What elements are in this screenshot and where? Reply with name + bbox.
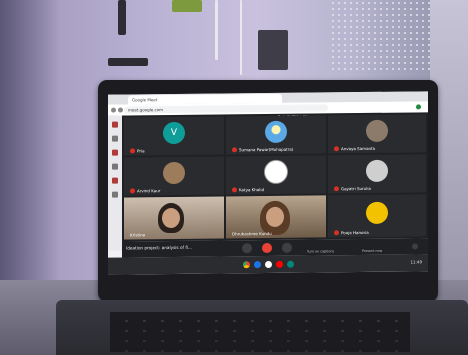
avatar — [264, 159, 288, 184]
url-field[interactable]: meet.google.com — [124, 104, 328, 114]
mic-off-icon — [334, 230, 339, 236]
laptop-screen: Google Meet meet.google.com Prakriti Mit… — [108, 91, 428, 275]
files-icon[interactable] — [253, 261, 261, 269]
avatar — [366, 201, 388, 224]
participant-tile[interactable]: Pooja Hanoria — [328, 194, 426, 238]
undo-icon[interactable] — [112, 191, 118, 198]
laser-icon[interactable] — [112, 177, 118, 184]
participant-name: Kristina — [130, 232, 146, 238]
marker-icon[interactable] — [112, 135, 118, 142]
camera-button[interactable] — [282, 242, 292, 253]
participant-tile[interactable]: Katya Khalid — [226, 155, 326, 195]
participant-name: Sumana Pawar(Mohapatra) — [232, 147, 293, 153]
participant-name: Pria — [130, 148, 145, 154]
chrome-icon[interactable] — [242, 261, 250, 269]
mic-off-icon — [130, 188, 135, 194]
meet-icon[interactable] — [286, 260, 294, 268]
participant-tile[interactable]: Arvind Kaur — [124, 156, 224, 196]
mic-off-icon — [334, 146, 339, 152]
back-icon[interactable] — [111, 107, 116, 113]
end-call-button[interactable] — [262, 242, 272, 254]
avatar — [163, 161, 185, 185]
person-face — [162, 207, 180, 229]
participant-tile[interactable]: Gayatri Surulia — [328, 154, 426, 194]
mic-off-icon — [334, 186, 339, 192]
router — [258, 30, 288, 70]
avatar — [265, 120, 287, 143]
participant-name: Arvind Kaur — [130, 188, 160, 194]
annotation-toolbar — [108, 115, 122, 251]
profile-icon[interactable] — [416, 104, 421, 110]
participant-name: Dhrubashree Kundu — [232, 230, 272, 237]
os-shelf: 11:49 — [108, 254, 428, 275]
participant-name: Pooja Hanoria — [334, 230, 369, 236]
reload-icon[interactable] — [118, 107, 123, 113]
participant-tile[interactable]: Sumana Pawar(Mohapatra) — [226, 115, 326, 155]
cable — [240, 0, 242, 75]
meeting-title: Ideation project: analysis of fi... — [126, 244, 192, 251]
pen-icon[interactable] — [112, 121, 118, 128]
mic-off-icon — [232, 147, 237, 153]
participant-tile[interactable]: V Pria — [124, 116, 224, 156]
captions-label[interactable]: Turn on captions — [307, 249, 334, 253]
highlighter-icon[interactable] — [112, 149, 118, 156]
participant-name: Anvaya Samanta — [334, 146, 375, 152]
participant-tile[interactable]: Dhrubashree Kundu — [226, 195, 326, 239]
youtube-icon[interactable] — [275, 260, 283, 268]
gmail-icon[interactable] — [264, 260, 272, 269]
participant-tile[interactable]: Anvaya Samanta — [328, 114, 426, 154]
avatar — [366, 119, 388, 142]
avatar: V — [163, 121, 185, 145]
participant-tile[interactable]: Kristina — [124, 196, 224, 240]
mic-off-icon — [130, 148, 135, 154]
system-clock[interactable]: 11:49 — [410, 259, 422, 264]
wall-device — [108, 58, 148, 66]
more-options-icon[interactable] — [412, 243, 418, 250]
cable — [215, 0, 218, 60]
participant-name: Katya Khalid — [232, 187, 264, 193]
present-label[interactable]: Present now — [362, 249, 382, 253]
wall-device — [118, 0, 126, 35]
eraser-icon[interactable] — [112, 163, 118, 170]
participant-name: Gayatri Surulia — [334, 186, 371, 192]
avatar — [366, 159, 388, 182]
keyboard — [110, 312, 410, 352]
meet-grid: Prakriti Mittra (You, presenting) V Pria… — [122, 112, 428, 242]
mic-button[interactable] — [242, 243, 252, 254]
mic-off-icon — [232, 187, 237, 193]
person-face — [266, 206, 284, 228]
plant-box — [172, 0, 202, 12]
